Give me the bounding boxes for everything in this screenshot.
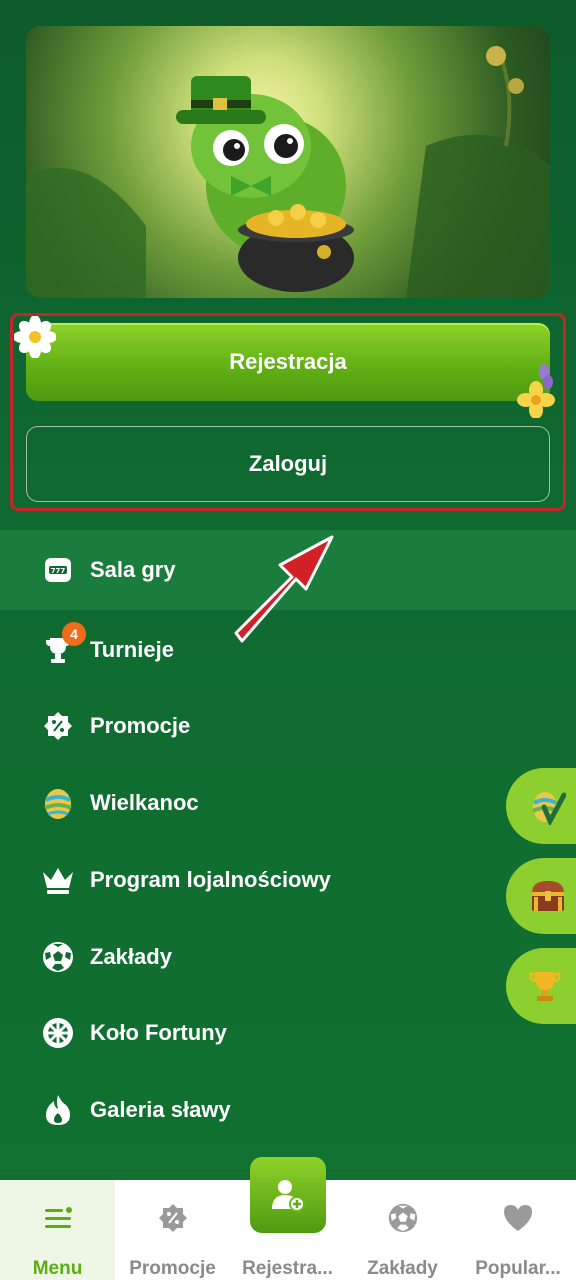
menu-item-label: Sala gry [90,557,176,582]
side-button-chest[interactable] [506,858,576,934]
side-button-trophy[interactable] [506,948,576,1024]
menu-item-galeria-slawy[interactable]: Galeria sławy [0,1080,576,1140]
tab-label: Menu [32,1258,83,1279]
red-arrow-annotation [234,535,334,643]
slot-machine-icon: 777 [40,552,76,588]
treasure-chest-icon [532,881,564,911]
tab-zaklady[interactable]: Zakłady [345,1180,460,1280]
side-button-easter[interactable] [506,768,576,844]
svg-text:777: 777 [51,567,66,575]
tournament-count-badge: 4 [62,622,86,646]
menu-icon [40,1200,76,1236]
tab-popularne[interactable]: Popular... [460,1180,576,1280]
menu-item-kolo-fortuny[interactable]: Koło Fortuny [0,1003,576,1063]
flame-icon [40,1092,76,1128]
tab-label: Promocje [129,1258,216,1279]
tab-menu[interactable]: Menu [0,1180,115,1280]
soccer-ball-icon [385,1200,421,1236]
add-user-icon [272,1180,305,1212]
auth-highlight-frame [10,313,566,511]
tab-label: Popular... [475,1258,561,1279]
daisy-decoration-icon [14,316,56,358]
tab-promocje[interactable]: Promocje [115,1180,230,1280]
menu-item-label: Turnieje [90,637,174,662]
easter-egg-icon [40,785,76,821]
menu-item-label: Wielkanoc [90,790,199,815]
easter-egg-check-icon [532,792,566,825]
crown-icon [40,862,76,898]
menu-item-label: Galeria sławy [90,1097,231,1122]
tab-label: Rejestra... [242,1258,333,1279]
heart-icon [500,1200,536,1236]
menu-item-label: Promocje [90,713,191,738]
hero-banner[interactable] [26,26,550,298]
trophy-cup-icon [529,972,561,1001]
register-fab-button[interactable] [250,1157,326,1233]
percent-badge-icon [40,708,76,744]
percent-badge-icon [155,1200,191,1236]
wheel-icon [40,1015,76,1051]
soccer-ball-icon [40,939,76,975]
menu-item-wielkanoc[interactable]: Wielkanoc [0,773,576,833]
leprechaun-banner-illustration [26,45,550,298]
menu-item-label: Program lojalnościowy [90,867,331,892]
menu-item-label: Koło Fortuny [90,1020,227,1045]
menu-item-promocje[interactable]: Promocje [0,696,576,756]
menu-item-zaklady[interactable]: Zakłady [0,927,576,987]
menu-item-program-lojalnosciowy[interactable]: Program lojalnościowy [0,850,576,910]
menu-item-label: Zakłady [90,944,172,969]
flower-decoration-icon [517,364,555,418]
tab-label: Zakłady [367,1258,438,1279]
